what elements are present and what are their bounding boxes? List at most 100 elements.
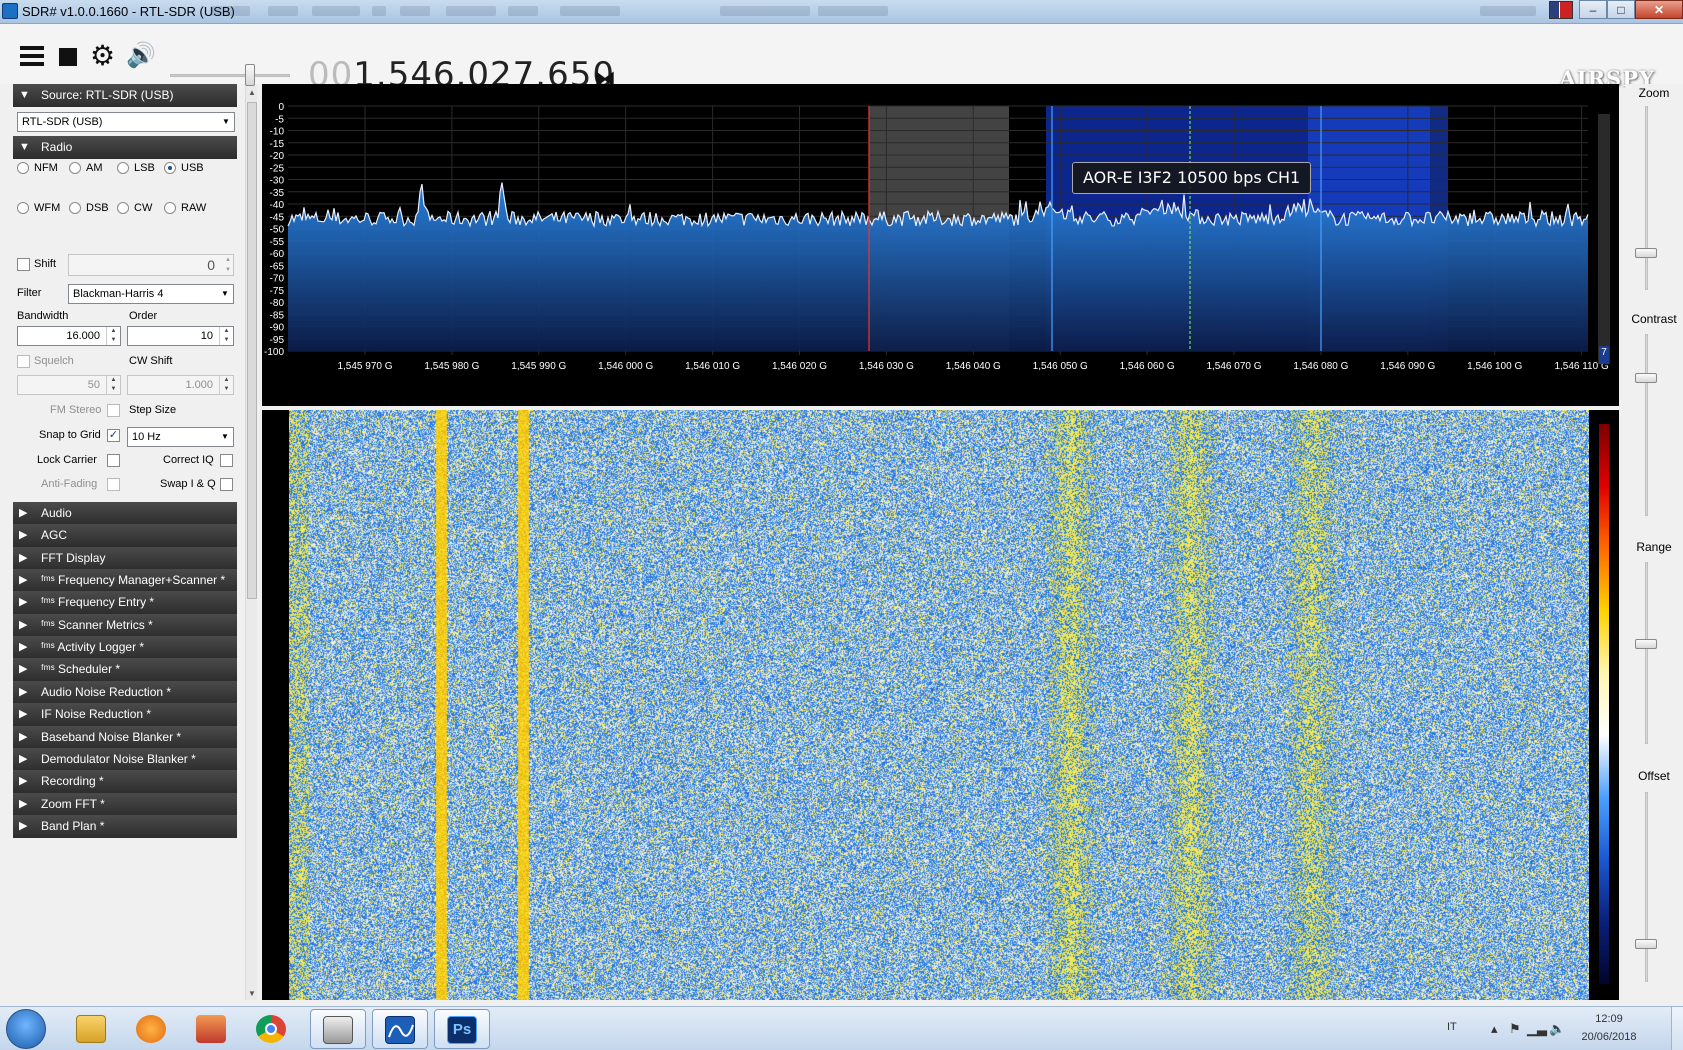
speaker-icon[interactable]: 🔊 bbox=[126, 42, 156, 70]
mode-radio-cw[interactable]: CW bbox=[117, 202, 152, 214]
mode-radio-raw[interactable]: RAW bbox=[164, 202, 206, 214]
panel-header-plugin[interactable]: ▶ Baseband Noise Blanker * bbox=[13, 725, 237, 749]
filter-select[interactable]: Blackman-Harris 4 ▼ bbox=[68, 284, 234, 304]
panel-header-plugin[interactable]: ▶ Audio bbox=[13, 502, 237, 525]
plugin-label: ᶠᵐˢ Frequency Manager+Scanner * bbox=[41, 573, 226, 588]
radio-circle[interactable] bbox=[69, 162, 81, 174]
spinner-arrows-icon[interactable]: ▲ ▼ bbox=[219, 376, 233, 394]
range-slider-track[interactable] bbox=[1645, 562, 1648, 744]
volume-thumb[interactable] bbox=[244, 64, 255, 86]
spectrum-analyzer[interactable]: 0 -5 -10 -15 -20 -25 -30 -35 -40 -45 -50 -55 -60 -65 -… bbox=[262, 84, 1619, 406]
anti-fading-checkbox[interactable] bbox=[107, 478, 120, 491]
sdrsharp-icon[interactable] bbox=[372, 1009, 428, 1049]
radio-circle[interactable] bbox=[17, 202, 29, 214]
panel-header-plugin[interactable]: ▶ Audio Noise Reduction * bbox=[13, 680, 237, 704]
chrome-icon[interactable] bbox=[244, 1009, 300, 1049]
panel-header-radio[interactable]: ▼ Radio bbox=[13, 136, 237, 159]
db-tick-label: -50 bbox=[270, 225, 285, 236]
panel-header-plugin[interactable]: ▶ ᶠᵐˢ Activity Logger * bbox=[13, 636, 237, 660]
fm-stereo-checkbox[interactable] bbox=[107, 404, 120, 417]
radio-circle[interactable] bbox=[117, 202, 129, 214]
order-input[interactable]: 10 ▲ ▼ bbox=[127, 326, 234, 346]
offset-label: Offset bbox=[1638, 769, 1670, 783]
squelch-checkbox[interactable] bbox=[17, 355, 30, 368]
mode-radio-dsb[interactable]: DSB bbox=[69, 202, 109, 214]
offset-slider-thumb[interactable] bbox=[1635, 939, 1657, 949]
radio-circle[interactable] bbox=[164, 202, 176, 214]
radio-circle[interactable] bbox=[117, 162, 129, 174]
file-explorer-icon[interactable] bbox=[64, 1009, 120, 1049]
shift-input[interactable]: 0 ▲ ▼ bbox=[68, 254, 234, 276]
mode-radio-am[interactable]: AM bbox=[69, 162, 103, 174]
zoom-slider-thumb[interactable] bbox=[1635, 248, 1657, 259]
waterfall-canvas[interactable] bbox=[289, 410, 1589, 1000]
panel-header-plugin[interactable]: ▶ Band Plan * bbox=[13, 814, 237, 838]
snap-to-grid-checkbox[interactable]: ✓ bbox=[107, 429, 120, 442]
network-icon[interactable]: ▁▃ bbox=[1527, 1021, 1547, 1037]
scroll-down-icon[interactable]: ▼ bbox=[248, 989, 256, 998]
plugin-label: ᶠᵐˢ Frequency Entry * bbox=[41, 595, 155, 610]
radio-circle[interactable] bbox=[69, 202, 81, 214]
squelch-input[interactable]: 50 ▲ ▼ bbox=[17, 375, 121, 395]
stop-icon[interactable] bbox=[59, 48, 77, 66]
spinner-arrows-icon[interactable]: ▲ ▼ bbox=[219, 327, 233, 345]
plugin-label: Demodulator Noise Blanker * bbox=[41, 751, 196, 766]
swap-iq-checkbox[interactable] bbox=[220, 478, 233, 491]
freq-tick-label: 1,546 100 G bbox=[1467, 361, 1522, 372]
mode-radio-wfm[interactable]: WFM bbox=[17, 202, 60, 214]
gear-icon[interactable]: ⚙ bbox=[90, 42, 118, 70]
volume-tray-icon[interactable]: 🔈 bbox=[1549, 1021, 1565, 1037]
range-slider-thumb[interactable] bbox=[1635, 638, 1657, 649]
photoshop-icon[interactable]: Ps bbox=[434, 1009, 490, 1049]
waterfall-display[interactable] bbox=[262, 410, 1619, 1000]
panel-header-plugin[interactable]: ▶ ᶠᵐˢ Frequency Entry * bbox=[13, 591, 237, 615]
panel-header-plugin[interactable]: ▶ ᶠᵐˢ Scanner Metrics * bbox=[13, 613, 237, 637]
sidebar-scrollbar[interactable]: ▲ ▼ bbox=[245, 86, 257, 1000]
input-language[interactable]: IT bbox=[1447, 1021, 1457, 1033]
minimize-button[interactable]: – bbox=[1579, 0, 1607, 19]
db-tick-label: -75 bbox=[270, 286, 285, 297]
mode-radio-lsb[interactable]: LSB bbox=[117, 162, 155, 174]
app-icon[interactable] bbox=[184, 1009, 240, 1049]
panel-header-plugin[interactable]: ▶ ᶠᵐˢ Scheduler * bbox=[13, 658, 237, 682]
mode-radio-nfm[interactable]: NFM bbox=[17, 162, 58, 174]
show-desktop-button[interactable] bbox=[1671, 1007, 1683, 1050]
offset-slider-track[interactable] bbox=[1645, 792, 1648, 982]
start-button[interactable] bbox=[6, 1009, 46, 1049]
contrast-slider-track[interactable] bbox=[1645, 334, 1648, 516]
spinner-arrows-icon[interactable]: ▲ ▼ bbox=[106, 327, 120, 345]
media-player-icon[interactable] bbox=[124, 1009, 180, 1049]
cw-shift-input[interactable]: 1.000 ▲ ▼ bbox=[127, 375, 234, 395]
action-center-flag-icon[interactable]: ⚑ bbox=[1509, 1021, 1521, 1037]
panel-header-plugin[interactable]: ▶ AGC bbox=[13, 524, 237, 548]
panel-header-plugin[interactable]: ▶ Demodulator Noise Blanker * bbox=[13, 747, 237, 771]
mode-radio-usb[interactable]: USB bbox=[164, 162, 204, 174]
tray-expand-icon[interactable]: ▴ bbox=[1491, 1021, 1498, 1037]
clock-date[interactable]: 20/06/2018 bbox=[1569, 1031, 1649, 1043]
spinner-arrows-icon[interactable]: ▲ ▼ bbox=[106, 376, 120, 394]
panel-header-source[interactable]: ▼ Source: RTL-SDR (USB) bbox=[13, 84, 237, 107]
panel-header-plugin[interactable]: ▶ IF Noise Reduction * bbox=[13, 703, 237, 727]
radio-circle[interactable] bbox=[17, 162, 29, 174]
source-device-select[interactable]: RTL-SDR (USB) ▼ bbox=[17, 112, 235, 132]
hamburger-menu-icon[interactable] bbox=[20, 46, 48, 74]
radio-circle[interactable] bbox=[164, 162, 176, 174]
expand-arrow-icon: ▶ bbox=[19, 819, 28, 832]
panel-header-plugin[interactable]: ▶ Zoom FFT * bbox=[13, 792, 237, 816]
zoom-slider-track[interactable] bbox=[1645, 106, 1648, 290]
panel-header-plugin[interactable]: ▶ FFT Display bbox=[13, 546, 237, 570]
maximize-button[interactable]: □ bbox=[1607, 0, 1635, 19]
contrast-slider-thumb[interactable] bbox=[1635, 372, 1657, 383]
lock-carrier-checkbox[interactable] bbox=[107, 454, 120, 467]
panel-header-plugin[interactable]: ▶ Recording * bbox=[13, 770, 237, 794]
panel-header-plugin[interactable]: ▶ ᶠᵐˢ Frequency Manager+Scanner * bbox=[13, 569, 237, 593]
clock-time[interactable]: 12:09 bbox=[1569, 1013, 1649, 1025]
printer-app-icon[interactable] bbox=[310, 1009, 366, 1049]
scroll-up-icon[interactable]: ▲ bbox=[248, 88, 256, 97]
scrollbar-thumb[interactable] bbox=[247, 102, 257, 599]
step-size-select[interactable]: 10 Hz ▼ bbox=[127, 427, 234, 447]
correct-iq-checkbox[interactable] bbox=[220, 454, 233, 467]
bandwidth-input[interactable]: 16.000 ▲ ▼ bbox=[17, 326, 121, 346]
close-button[interactable]: ✕ bbox=[1635, 0, 1683, 19]
shift-checkbox[interactable] bbox=[17, 258, 30, 271]
